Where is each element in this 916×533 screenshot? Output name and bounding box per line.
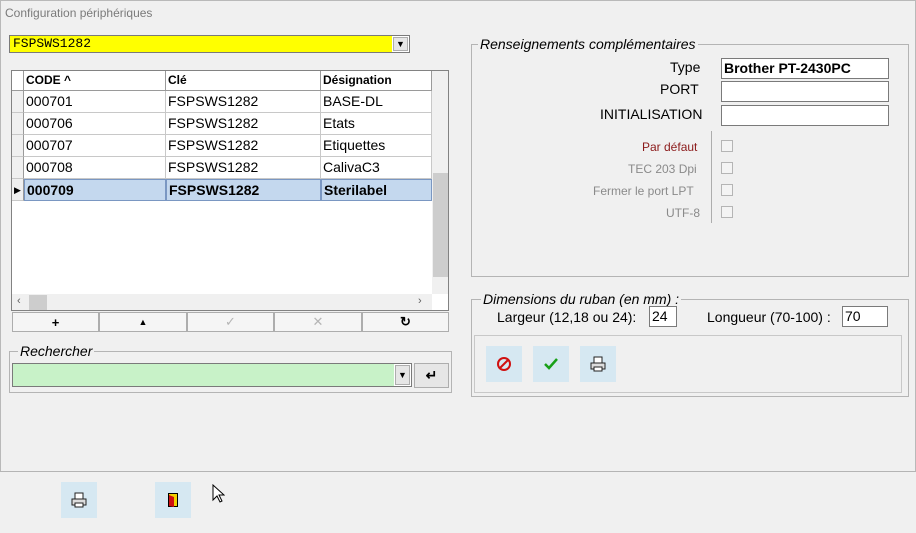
cell-designation: Etiquettes: [321, 135, 432, 157]
table-row-selected[interactable]: 000709 FSPSWS1282 Sterilabel: [24, 179, 432, 201]
enter-icon: ↵: [425, 367, 438, 383]
devices-grid[interactable]: CODE ^ Clé Désignation ▶ 000701 FSPSWS12…: [11, 70, 449, 311]
longueur-label: Longueur (70-100) :: [707, 309, 831, 325]
longueur-field[interactable]: 70: [842, 306, 888, 327]
vertical-scroll-thumb[interactable]: [433, 173, 448, 277]
port-label: PORT: [660, 81, 699, 97]
table-row[interactable]: 000706 FSPSWS1282 Etats: [24, 113, 432, 135]
cell-designation: CalivaC3: [321, 157, 432, 179]
row-indicator[interactable]: [12, 135, 24, 157]
scroll-left-icon[interactable]: ‹: [17, 295, 21, 307]
column-header-code[interactable]: CODE ^: [24, 71, 166, 91]
cell-designation: BASE-DL: [321, 91, 432, 113]
row-indicator[interactable]: [12, 157, 24, 179]
ribbon-legend: Dimensions du ruban (en mm) :: [481, 291, 682, 307]
device-select-value: FSPSWS1282: [10, 36, 392, 52]
window-title: Configuration périphériques: [5, 6, 153, 20]
par-defaut-checkbox[interactable]: [721, 140, 733, 152]
cell-cle: FSPSWS1282: [166, 179, 321, 201]
validate-record-button[interactable]: ✓: [187, 312, 274, 332]
cancel-icon: [497, 357, 511, 371]
cell-cle: FSPSWS1282: [166, 91, 321, 113]
tec-203-label: TEC 203 Dpi: [628, 162, 697, 176]
fermer-port-checkbox[interactable]: [721, 184, 733, 196]
print-report-button[interactable]: [61, 482, 97, 518]
bottom-toolbar: [0, 471, 916, 533]
vertical-scrollbar[interactable]: [432, 71, 448, 294]
initialisation-field[interactable]: [721, 105, 889, 126]
table-row[interactable]: 000707 FSPSWS1282 Etiquettes: [24, 135, 432, 157]
cell-code: 000708: [24, 157, 166, 179]
horizontal-scrollbar[interactable]: ‹ ›: [12, 294, 432, 310]
scroll-right-icon[interactable]: ›: [418, 295, 422, 307]
validate-icon: [544, 358, 558, 370]
table-row[interactable]: 000701 FSPSWS1282 BASE-DL: [24, 91, 432, 113]
column-header-designation[interactable]: Désignation: [321, 71, 432, 91]
cell-cle: FSPSWS1282: [166, 113, 321, 135]
print-button[interactable]: [580, 346, 616, 382]
type-field[interactable]: Brother PT-2430PC: [721, 58, 889, 79]
type-label: Type: [670, 59, 701, 75]
column-header-cle[interactable]: Clé: [166, 71, 321, 91]
utf8-label: UTF-8: [666, 206, 700, 220]
largeur-field[interactable]: 24: [649, 306, 677, 327]
utf8-checkbox[interactable]: [721, 206, 733, 218]
details-legend: Renseignements complémentaires: [478, 36, 698, 52]
cell-designation: Etats: [321, 113, 432, 135]
cell-code: 000707: [24, 135, 166, 157]
device-select[interactable]: FSPSWS1282 ▼: [9, 35, 410, 53]
cell-cle: FSPSWS1282: [166, 157, 321, 179]
chevron-down-icon[interactable]: ▼: [393, 37, 408, 51]
search-enter-button[interactable]: ↵: [414, 363, 449, 388]
cell-designation: Sterilabel: [321, 179, 432, 201]
search-legend: Rechercher: [18, 343, 95, 359]
search-input-value: [13, 364, 394, 386]
cell-code: 000701: [24, 91, 166, 113]
horizontal-scroll-thumb[interactable]: [29, 295, 47, 310]
checkbox-divider: [711, 131, 712, 223]
cancel-button[interactable]: [486, 346, 522, 382]
port-field[interactable]: [721, 81, 889, 102]
cell-cle: FSPSWS1282: [166, 135, 321, 157]
exit-icon: [168, 493, 178, 507]
largeur-label: Largeur (12,18 ou 24):: [497, 309, 637, 325]
search-input[interactable]: ▼: [12, 363, 412, 387]
tec-203-checkbox[interactable]: [721, 162, 733, 174]
print-icon: [590, 356, 606, 372]
cell-code: 000709: [24, 179, 166, 201]
cancel-record-button[interactable]: ✕: [274, 312, 362, 332]
initialisation-label: INITIALISATION: [600, 106, 703, 122]
print-icon: [71, 492, 87, 508]
row-indicator[interactable]: [12, 113, 24, 135]
fermer-port-label: Fermer le port LPT: [593, 184, 694, 198]
grid-navigation-toolbar: + ▲ ✓ ✕ ↻: [12, 312, 449, 332]
current-row-arrow-icon[interactable]: ▶: [12, 179, 24, 201]
row-indicator[interactable]: [12, 91, 24, 113]
add-record-button[interactable]: +: [12, 312, 99, 332]
cell-code: 000706: [24, 113, 166, 135]
previous-record-button[interactable]: ▲: [99, 312, 187, 332]
grid-corner: [12, 71, 24, 91]
validate-button[interactable]: [533, 346, 569, 382]
refresh-button[interactable]: ↻: [362, 312, 449, 332]
exit-button[interactable]: [155, 482, 191, 518]
mouse-cursor-icon: [212, 484, 225, 503]
par-defaut-label: Par défaut: [642, 140, 698, 154]
table-row[interactable]: 000708 FSPSWS1282 CalivaC3: [24, 157, 432, 179]
chevron-down-icon[interactable]: ▼: [395, 365, 410, 385]
